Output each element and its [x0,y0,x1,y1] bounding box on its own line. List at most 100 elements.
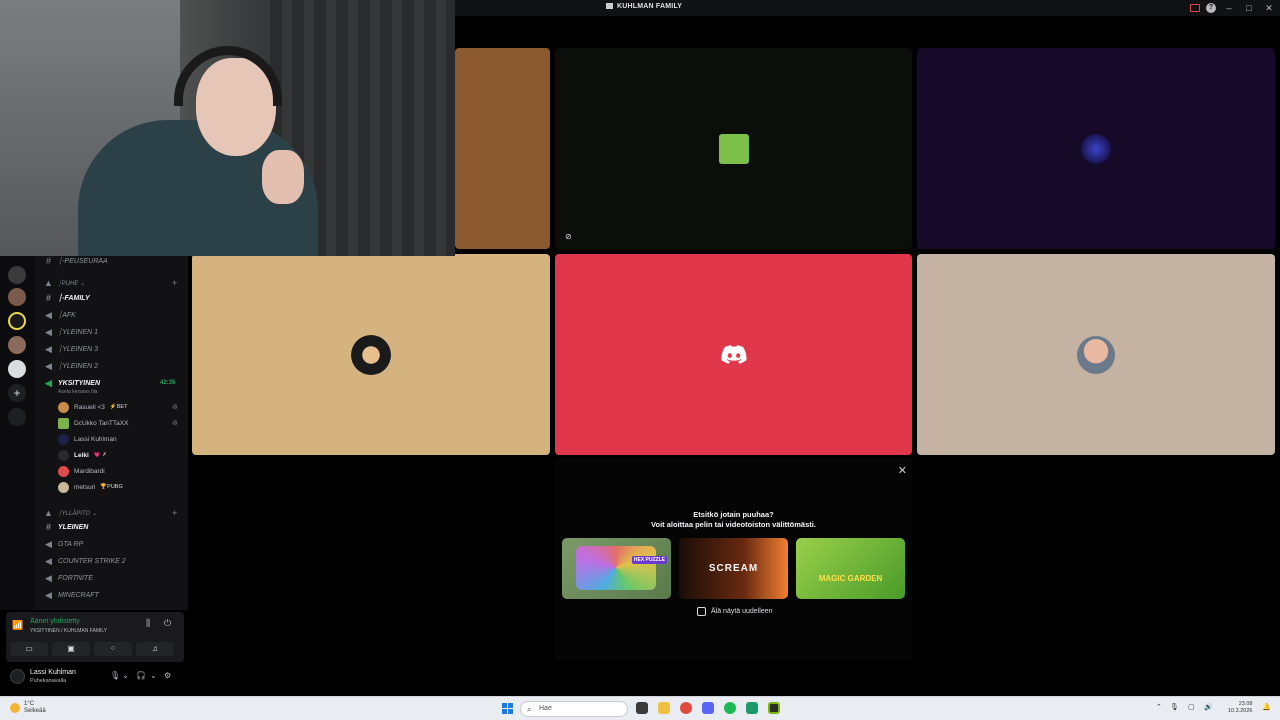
help-icon[interactable]: ? [1206,3,1216,13]
server-icon[interactable] [8,288,26,306]
video-tile-2[interactable]: ⊘ [555,48,912,249]
taskbar-search[interactable]: ⌕ Hae [520,701,628,717]
tray-chevron-icon[interactable]: ⌃ [1156,703,1162,711]
video-tile-4[interactable] [192,254,550,455]
webcam-overlay [0,0,455,256]
speaker-icon: ◀ [45,572,52,583]
close-window-button[interactable]: ✕ [1262,2,1276,14]
channel-afk[interactable]: ◀ ┆AFK [44,308,76,322]
avatar [58,401,69,413]
channel-minecraft[interactable]: ◀ MINECRAFT [44,588,99,602]
speaker-icon: ◀ [45,538,52,549]
voice-member[interactable]: Rasueli <3 ⚡BET ⊘ [58,400,178,414]
game-card-magic-garden[interactable]: MAGIC GARDEN [796,538,905,599]
notification-bell-icon[interactable]: 🔔 [1262,703,1271,711]
add-channel-icon[interactable]: + [172,508,177,518]
channel-gta-rp[interactable]: ◀ GTA RP [44,537,83,551]
video-tile-1[interactable] [455,48,550,249]
channel-yleinen-2[interactable]: ◀ ┆YLEINEN 2 [44,359,98,373]
dont-show-again-checkbox[interactable]: Älä näytä uudelleen [697,607,773,616]
inbox-icon[interactable] [1190,4,1200,12]
channel-family[interactable]: # ┆-FAMILY [44,291,90,305]
user-name[interactable]: Lassi Kuhlman [30,669,76,676]
video-tile-6[interactable] [917,254,1275,455]
app-icon[interactable] [746,702,758,714]
weather-widget[interactable]: 1°C Selkeää [10,701,46,715]
voice-connection-panel: 📶 Äänet yhdistetty YKSITYINEN / KUHLMAN … [6,612,184,662]
server-rail: + [0,256,34,610]
mic-tray-icon[interactable]: 🎙 [1170,703,1179,711]
voice-member[interactable]: Lassi Kuhlman [58,432,117,446]
voice-status-hint[interactable]: Aseta keraavs tila [58,389,97,395]
close-icon[interactable]: ✕ [898,464,907,477]
category-yllapito[interactable]: ▲ ┆YLLÄPITO ⌄ + [44,506,177,520]
voice-member[interactable]: Mardibardi [58,464,105,478]
user-avatar [1081,133,1111,164]
soundboard-button[interactable]: ♫ [136,642,174,656]
chevron-down-icon[interactable]: ⌄ [150,671,157,680]
hashtag-icon: # [45,522,51,532]
clock[interactable]: 23.08 10.3.2026 [1228,701,1252,715]
browser-icon[interactable] [680,702,692,714]
game-title: MAGIC GARDEN [818,574,883,583]
game-card-hex-puzzle[interactable]: HEX PUZZLE [562,538,671,599]
network-icon[interactable]: ▢ [1188,703,1195,711]
discord-icon[interactable] [702,702,714,714]
channel-yksityinen[interactable]: ◀ YKSITYINEN 42:35 [44,376,175,390]
start-button[interactable] [502,703,513,714]
task-view-icon[interactable] [636,702,648,714]
voice-member[interactable]: Leiki 💗 ✗ [58,448,107,462]
add-channel-icon[interactable]: + [172,278,177,288]
category-puhe[interactable]: ▲ ┆PUHE ⌄ + [44,276,177,290]
disconnect-icon[interactable]: ⏻ [164,618,171,629]
camera-button[interactable]: ▭ [10,642,48,656]
channel-label: YKSITYINEN [58,379,101,387]
gear-icon[interactable]: ⚙ [164,671,171,680]
channel-yleinen-1[interactable]: ◀ ┆YLEINEN 1 [44,325,98,339]
headphones-shape [174,46,282,106]
clock-date: 10.3.2026 [1228,708,1253,714]
avatar [58,465,69,477]
maximize-button[interactable]: □ [1242,2,1256,14]
discord-logo-icon [721,344,747,364]
avatar[interactable] [10,669,25,684]
muted-mic-icon: ⊘ [172,404,178,411]
game-card-scream[interactable]: SCREAM [679,538,788,599]
file-explorer-icon[interactable] [658,702,670,714]
channel-yleinen-3[interactable]: ◀ ┆YLEINEN 3 [44,342,98,356]
search-placeholder: Hae [539,705,552,712]
explore-icon[interactable] [8,408,26,426]
user-avatar [718,133,749,164]
activities-button[interactable]: ⁘ [94,642,132,656]
microphone-icon[interactable]: 🎙 [110,671,120,680]
channel-peuseuraa[interactable]: # ┆-PEUSEURAA [44,254,108,268]
server-icon[interactable] [8,336,26,354]
member-name: Lassi Kuhlman [74,435,117,443]
spotify-icon[interactable] [724,702,736,714]
chevron-down-icon[interactable]: ⌄ [122,671,129,680]
channel-fortnite[interactable]: ◀ FORTNITE [44,571,93,585]
voice-location[interactable]: YKSITYINEN / KUHLMAN FAMILY [30,628,107,634]
weather-desc: Selkeää [24,708,46,714]
checkbox[interactable] [697,607,706,616]
add-server-icon[interactable]: + [8,384,26,402]
noise-suppression-icon[interactable]: ⫼ [146,618,150,629]
minimize-button[interactable]: – [1222,2,1236,14]
screen-share-button[interactable]: ▣ [52,642,90,656]
activity-heading: Etsitkö jotain puuhaa? [693,510,774,519]
video-tile-3[interactable] [917,48,1275,249]
server-icon[interactable] [8,266,26,284]
voice-member[interactable]: metsuri 🏆PUBG [58,480,123,494]
server-icon[interactable] [8,312,26,330]
video-tile-5[interactable] [555,254,912,455]
discover-icon[interactable] [8,360,26,378]
headphones-icon[interactable]: 🎧 [136,671,146,680]
voice-member[interactable]: DcUkko TanTTaXX ⊘ [58,416,178,430]
volume-icon[interactable]: 🔊 [1204,703,1213,711]
voice-connected-label[interactable]: Äänet yhdistetty [30,618,80,625]
channel-counter-strike-2[interactable]: ◀ COUNTER STRIKE 2 [44,554,126,568]
channel-yleinen[interactable]: # YLEINEN [44,520,88,534]
nvidia-icon[interactable] [768,702,780,714]
channel-label: COUNTER STRIKE 2 [58,557,126,565]
signal-icon[interactable]: 📶 [12,620,23,631]
